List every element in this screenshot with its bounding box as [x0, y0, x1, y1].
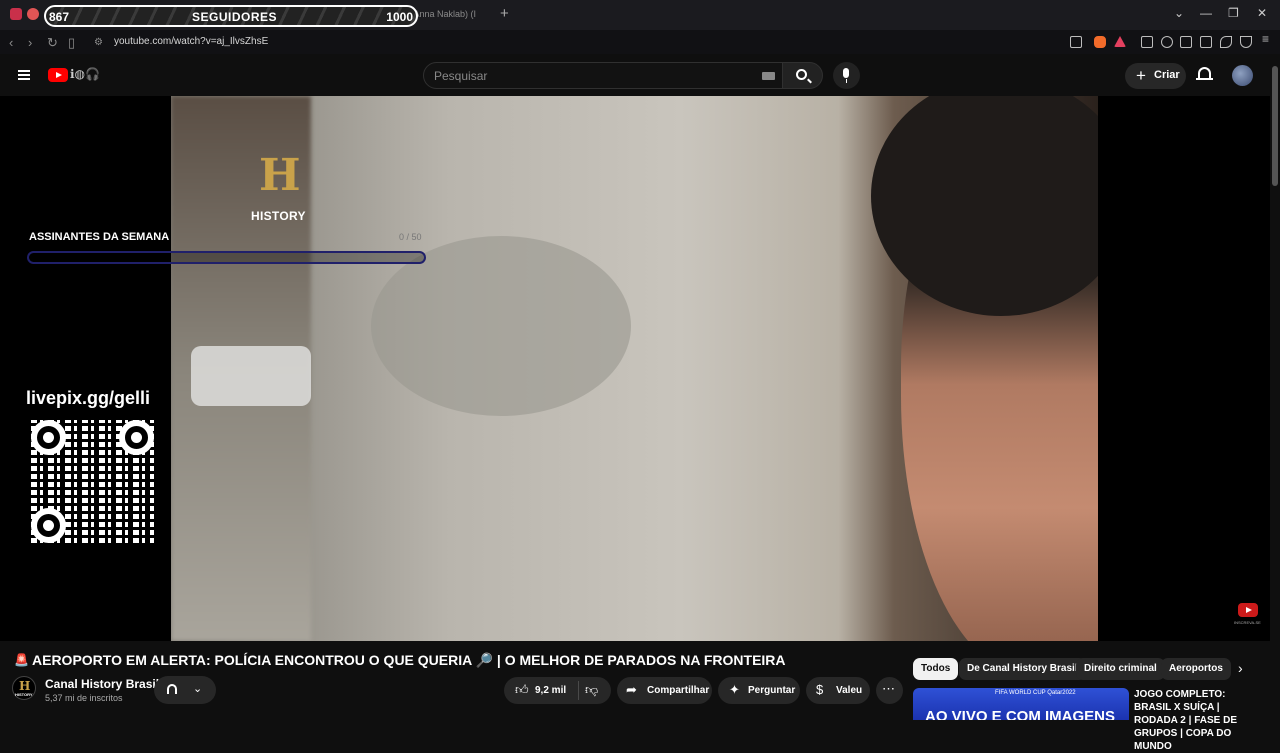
youtube-logo[interactable]: [48, 68, 68, 82]
more-dots-icon: ⋯: [882, 681, 895, 696]
keyboard-icon[interactable]: [762, 72, 775, 80]
vpn-icon[interactable]: [1240, 36, 1252, 48]
account-avatar[interactable]: [1232, 65, 1253, 86]
new-tab-icon[interactable]: +: [500, 5, 509, 22]
like-dislike-separator: [578, 681, 579, 700]
thanks-label: Valeu: [836, 685, 863, 696]
history-logo-text: HISTORY: [251, 209, 306, 223]
chips-next-chevron-icon[interactable]: ›: [1238, 660, 1243, 676]
like-button[interactable]: 👍︎: [515, 682, 529, 698]
menu-dots-icon[interactable]: ≡: [1260, 32, 1272, 48]
back-icon[interactable]: ‹: [9, 35, 13, 50]
create-button[interactable]: + Criar: [1125, 63, 1186, 89]
subscribers-week-title: ASSINANTES DA SEMANA: [29, 231, 170, 243]
brave-shield-icon[interactable]: [1094, 36, 1106, 48]
more-actions-button[interactable]: ⋯: [876, 677, 903, 704]
channel-avatar-h: H: [19, 679, 31, 693]
notifications-bell-icon[interactable]: [1196, 67, 1213, 80]
sidebar-icon[interactable]: [1180, 36, 1192, 48]
channel-avatar[interactable]: H HISTORY: [12, 676, 36, 700]
bookmark-icon[interactable]: ▯: [68, 35, 75, 51]
scrollbar-thumb[interactable]: [1272, 66, 1278, 186]
subscribed-button[interactable]: ⌄: [154, 676, 216, 704]
history-channel-logo: H HISTORY: [251, 152, 309, 224]
hamburger-menu-icon[interactable]: [18, 70, 30, 80]
ask-label: Perguntar: [748, 685, 796, 696]
search-icon: [796, 69, 807, 80]
followers-goal: 1000: [386, 10, 413, 24]
minimize-icon[interactable]: —: [1200, 6, 1212, 20]
sparkle-icon: ✦: [729, 682, 740, 697]
record-tab-icon[interactable]: [27, 8, 39, 20]
followers-goal-bar: 867 SEGUIDORES 1000: [44, 5, 418, 27]
blurred-car-shape: [191, 346, 311, 406]
subscribers-week-progress-bar: [27, 251, 426, 264]
channel-name[interactable]: Canal History Brasil: [45, 677, 159, 691]
subscribe-watermark-icon[interactable]: [1238, 603, 1258, 617]
subscribers-week-count: 0 / 50: [399, 232, 422, 242]
cast-icon[interactable]: [1070, 36, 1082, 48]
subscribe-watermark-label: INSCREVA-SE: [1234, 620, 1261, 625]
livepix-qr-card: livepix.gg/gelli: [19, 380, 166, 555]
world-cup-badge: FIFA WORLD CUP Qatar2022: [995, 690, 1076, 696]
qr-finder-top-right: [119, 420, 154, 455]
tab-list-chevron-icon[interactable]: ⌄: [1174, 6, 1184, 20]
followers-current: 867: [49, 10, 70, 24]
like-dislike-group: 👍︎ 9,2 mil 👎︎: [504, 677, 611, 704]
forward-icon[interactable]: ›: [28, 35, 32, 50]
ask-button[interactable]: ✦ Perguntar: [718, 677, 800, 704]
chip-airports[interactable]: Aeroportos: [1161, 658, 1231, 680]
share-icon: ➦: [626, 682, 637, 697]
create-label: Criar: [1154, 69, 1180, 81]
siren-icon: 🚨: [14, 653, 29, 667]
notification-bell-icon: [167, 684, 177, 694]
thanks-button[interactable]: $ Valeu: [806, 677, 870, 704]
search-box[interactable]: [423, 62, 783, 89]
video-title: AEROPORTO EM ALERTA: POLÍCIA ENCONTROU O…: [32, 652, 786, 668]
livepix-url: livepix.gg/gelli: [26, 388, 151, 408]
qr-finder-top-left: [31, 420, 66, 455]
plus-icon: +: [1136, 66, 1146, 85]
followers-label: SEGUIDORES: [192, 10, 278, 24]
channel-subscribers: 5,37 mi de inscritos: [45, 693, 123, 703]
chevron-down-icon: ⌄: [193, 683, 203, 695]
voice-search-button[interactable]: [833, 62, 860, 89]
channel-avatar-text: HISTORY: [15, 692, 33, 697]
like-count[interactable]: 9,2 mil: [535, 685, 566, 696]
youtube-doodle-icon[interactable]: ℹ◍🎧: [70, 67, 100, 81]
youtube-tab-icon[interactable]: [10, 8, 22, 20]
url-field[interactable]: youtube.com/watch?v=aj_IlvsZhsE: [114, 36, 268, 47]
rewards-icon[interactable]: [1114, 36, 1126, 47]
close-icon[interactable]: ✕: [1257, 6, 1267, 20]
music-icon[interactable]: [1161, 36, 1173, 48]
chip-all[interactable]: Todos: [913, 658, 959, 680]
recommended-title[interactable]: JOGO COMPLETO: BRASIL X SUÍÇA | RODADA 2…: [1134, 688, 1262, 753]
recommended-thumbnail[interactable]: FIFA WORLD CUP Qatar2022 AO VIVO E COM I…: [913, 688, 1129, 720]
chip-channel[interactable]: De Canal History Brasil: [959, 658, 1086, 680]
share-button[interactable]: ➦ Compartilhar: [617, 677, 712, 704]
extensions-icon[interactable]: [1141, 36, 1153, 48]
person-hair: [871, 96, 1098, 316]
qr-finder-bottom-left: [31, 508, 66, 543]
reload-icon[interactable]: ↻: [47, 35, 58, 51]
dislike-button[interactable]: 👎︎: [585, 682, 598, 698]
maximize-icon[interactable]: ❐: [1228, 6, 1239, 20]
thumbnail-text: AO VIVO E COM IMAGENS: [925, 708, 1116, 720]
share-label: Compartilhar: [647, 685, 710, 696]
history-h-glyph: H: [259, 150, 301, 201]
site-info-icon[interactable]: ⚙: [94, 37, 103, 48]
search-input[interactable]: [434, 68, 754, 84]
wallet-icon[interactable]: [1200, 36, 1212, 48]
chip-criminal-law[interactable]: Direito criminal: [1076, 658, 1165, 680]
video-frame[interactable]: [171, 96, 1098, 641]
qr-code: [31, 420, 154, 543]
thanks-icon: $: [816, 682, 824, 697]
leo-icon[interactable]: [1220, 36, 1232, 48]
search-button[interactable]: [782, 62, 823, 89]
